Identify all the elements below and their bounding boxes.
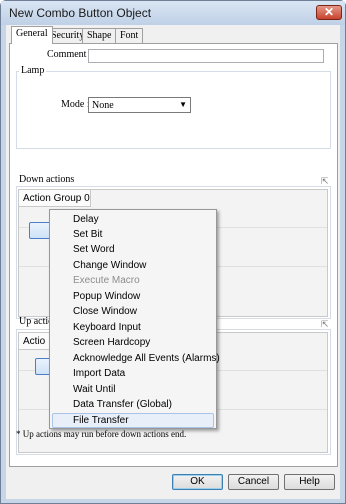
menu-item-screen-hardcopy[interactable]: Screen Hardcopy (52, 335, 214, 350)
tab-label: General (16, 28, 48, 39)
menu-item-keyboard-input[interactable]: Keyboard Input (52, 320, 214, 335)
menu-item-set-word[interactable]: Set Word (52, 242, 214, 257)
ok-button[interactable]: OK (172, 474, 223, 490)
tab-general[interactable]: General (11, 26, 53, 44)
tab-font[interactable]: Font (115, 28, 144, 43)
menu-item-wait-until[interactable]: Wait Until (52, 382, 214, 397)
tab-label: Security (51, 30, 85, 41)
menu-item-close-window[interactable]: Close Window (52, 304, 214, 319)
popout-icon[interactable]: ⇱ (321, 320, 330, 329)
close-button[interactable]: ✕ (316, 5, 342, 20)
menu-item-popup-window[interactable]: Popup Window (52, 289, 214, 304)
menu-item-set-bit[interactable]: Set Bit (52, 227, 214, 242)
mode-value: None (92, 100, 114, 111)
down-actions-label: Down actions (19, 174, 75, 185)
mode-label: Mode : (61, 99, 90, 110)
dialog-window: New Combo Button Object ✕ General Securi… (0, 0, 346, 504)
menu-item-import-data[interactable]: Import Data (52, 366, 214, 381)
tab-label: Font (120, 30, 139, 41)
chevron-down-icon: ▼ (179, 100, 187, 109)
comment-label: Comment : (47, 49, 92, 60)
help-button[interactable]: Help (284, 474, 335, 490)
popout-icon[interactable]: ⇱ (321, 177, 330, 186)
footnote: * Up actions may run before down actions… (16, 429, 187, 439)
comment-input[interactable] (88, 49, 324, 63)
title-bar[interactable]: New Combo Button Object ✕ (1, 1, 345, 25)
lamp-group-label: Lamp (19, 65, 47, 76)
menu-item-delay[interactable]: Delay (52, 212, 214, 227)
cancel-button[interactable]: Cancel (228, 474, 279, 490)
close-icon: ✕ (323, 5, 335, 19)
window-title: New Combo Button Object (9, 6, 152, 20)
menu-item-execute-macro: Execute Macro (73, 275, 140, 286)
tab-label: Shape (87, 30, 112, 41)
menu-item-file-transfer[interactable]: File Transfer (52, 413, 214, 428)
menu-item-change-window[interactable]: Change Window (52, 258, 214, 273)
action-group-header: Action Group 0 (19, 190, 91, 207)
mode-select[interactable]: None ▼ (88, 97, 191, 113)
add-action-menu: Delay Set Bit Set Word Change Window Exe… (49, 209, 220, 429)
tab-shape[interactable]: Shape (82, 28, 117, 43)
menu-item-acknowledge-all-events[interactable]: Acknowledge All Events (Alarms) (52, 351, 220, 366)
menu-item-data-transfer-global[interactable]: Data Transfer (Global) (52, 397, 214, 412)
